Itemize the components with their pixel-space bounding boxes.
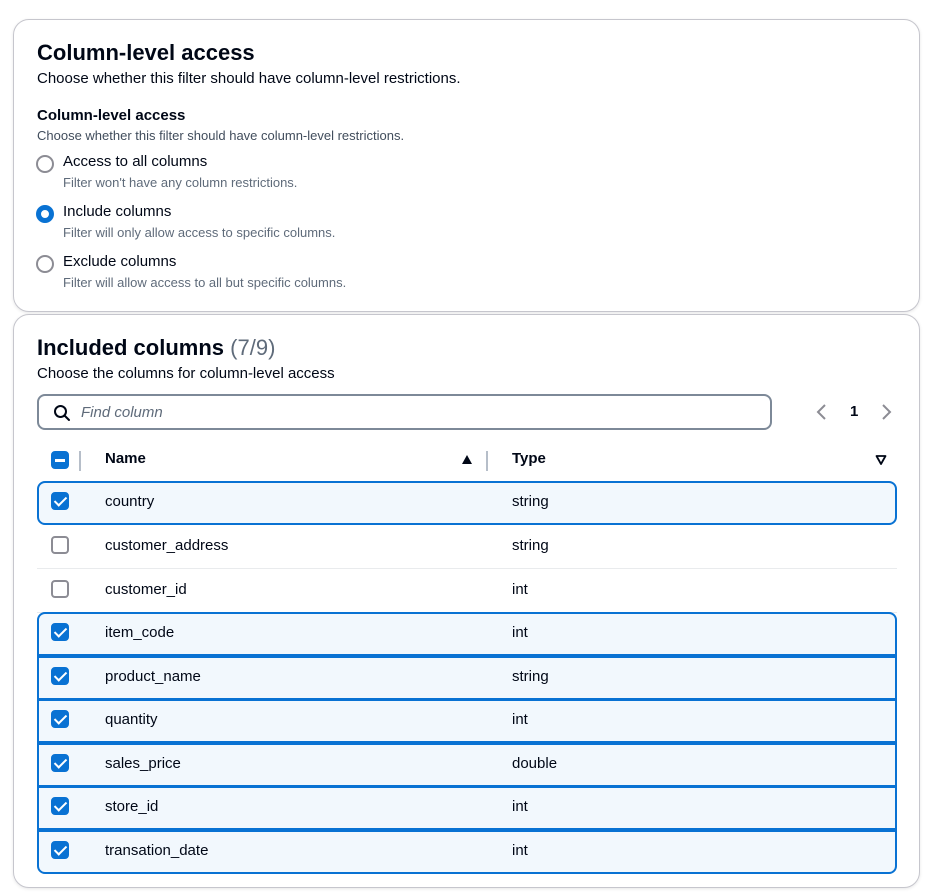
radio-button-selected[interactable]	[36, 205, 54, 223]
cell-type: string	[512, 493, 549, 510]
cell-type: string	[512, 668, 549, 685]
caret-down-icon[interactable]	[875, 453, 887, 471]
caret-up-filled-icon[interactable]	[461, 453, 473, 471]
cell-name: store_id	[105, 798, 159, 815]
cell-name: item_code	[105, 624, 175, 641]
radio-button[interactable]	[36, 255, 54, 273]
radio-description: Filter won't have any column restriction…	[63, 175, 298, 190]
field-description: Choose whether this filter should have c…	[37, 128, 405, 143]
cell-type: string	[512, 537, 549, 554]
table-row[interactable]: country string	[37, 481, 897, 525]
table-row[interactable]: sales_price double	[37, 743, 897, 787]
radio-label: Access to all columns	[63, 153, 208, 170]
column-resizer[interactable]	[486, 451, 488, 471]
table-header: Name Type	[37, 445, 897, 475]
cell-name: country	[105, 493, 155, 510]
header-name[interactable]: Name	[105, 450, 146, 467]
row-checkbox[interactable]	[51, 754, 69, 772]
table-row[interactable]: customer_id int	[37, 569, 897, 613]
chevron-right-icon[interactable]	[878, 401, 894, 423]
radio-description: Filter will only allow access to specifi…	[63, 225, 336, 240]
cell-type: double	[512, 755, 558, 772]
chevron-left-icon[interactable]	[814, 401, 830, 423]
cell-name: transation_date	[105, 842, 209, 859]
radio-button[interactable]	[36, 155, 54, 173]
column-divider	[79, 451, 81, 471]
radio-include-columns[interactable]: Include columns Filter will only allow a…	[36, 203, 456, 247]
row-checkbox[interactable]	[51, 580, 69, 598]
table-row[interactable]: quantity int	[37, 699, 897, 743]
row-checkbox[interactable]	[51, 667, 69, 685]
row-checkbox[interactable]	[51, 710, 69, 728]
cell-type: int	[512, 711, 528, 728]
panel-title: Column-level access	[37, 40, 255, 65]
field-label: Column-level access	[37, 107, 186, 124]
header-type[interactable]: Type	[512, 450, 546, 467]
radio-exclude-columns[interactable]: Exclude columns Filter will allow access…	[36, 253, 456, 297]
table-row[interactable]: customer_address string	[37, 525, 897, 569]
row-checkbox[interactable]	[51, 492, 69, 510]
panel-description: Choose whether this filter should have c…	[37, 70, 461, 87]
table-row[interactable]: item_code int	[37, 612, 897, 656]
select-all-checkbox[interactable]	[51, 451, 69, 469]
cell-name: quantity	[105, 711, 158, 728]
included-columns-panel: Included columns (7/9) Choose the column…	[13, 314, 920, 888]
column-level-access-panel: Column-level access Choose whether this …	[13, 19, 920, 312]
row-checkbox[interactable]	[51, 623, 69, 641]
radio-access-all-columns[interactable]: Access to all columns Filter won't have …	[36, 153, 456, 197]
cell-name: customer_id	[105, 581, 187, 598]
radio-label: Include columns	[63, 203, 172, 220]
cell-type: int	[512, 842, 528, 859]
pagination: 1	[14, 401, 921, 423]
radio-label: Exclude columns	[63, 253, 177, 270]
page-number[interactable]: 1	[850, 403, 858, 420]
row-checkbox[interactable]	[51, 797, 69, 815]
table-row[interactable]: store_id int	[37, 786, 897, 830]
cell-type: int	[512, 581, 528, 598]
table-row[interactable]: transation_date int	[37, 830, 897, 874]
cell-type: int	[512, 624, 528, 641]
table-row[interactable]: product_name string	[37, 656, 897, 700]
cell-name: customer_address	[105, 537, 229, 554]
panel-title: Included columns (7/9)	[37, 335, 275, 361]
cell-name: product_name	[105, 668, 201, 685]
selected-count: (7/9)	[230, 335, 276, 360]
row-checkbox[interactable]	[51, 536, 69, 554]
cell-name: sales_price	[105, 755, 181, 772]
panel-title-text: Included columns	[37, 335, 225, 360]
cell-type: int	[512, 798, 528, 815]
row-checkbox[interactable]	[51, 841, 69, 859]
radio-description: Filter will allow access to all but spec…	[63, 275, 347, 290]
panel-description: Choose the columns for column-level acce…	[37, 365, 335, 382]
